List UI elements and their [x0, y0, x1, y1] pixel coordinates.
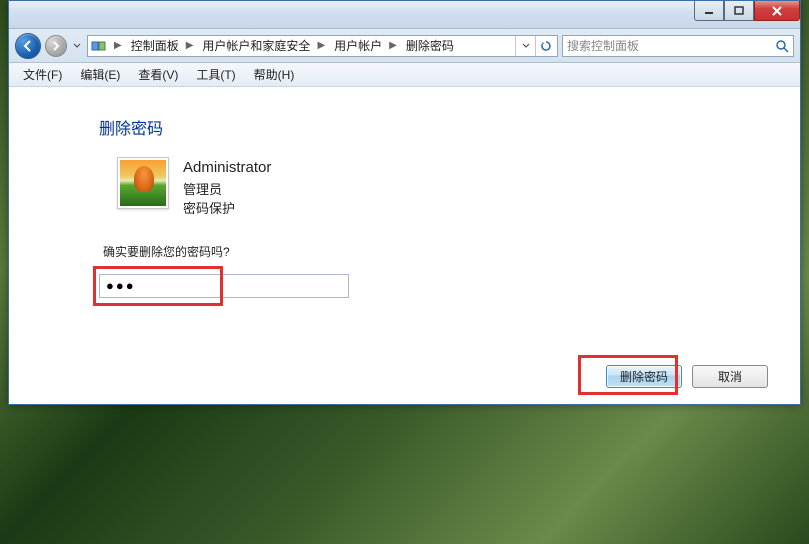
refresh-icon — [540, 40, 552, 52]
page-title: 删除密码 — [99, 115, 750, 139]
menu-help[interactable]: 帮助(H) — [246, 64, 303, 85]
breadcrumb-item[interactable]: 控制面板 — [125, 36, 182, 56]
search-input[interactable]: 搜索控制面板 — [562, 35, 794, 57]
navigation-bar: ▶ 控制面板 ▶ 用户帐户和家庭安全 ▶ 用户帐户 ▶ 删除密码 搜索控制面板 — [9, 29, 800, 63]
chevron-down-icon — [73, 42, 81, 50]
close-button[interactable] — [754, 1, 800, 21]
breadcrumb-item[interactable]: 用户帐户和家庭安全 — [196, 36, 313, 56]
back-button[interactable] — [15, 33, 41, 59]
titlebar — [9, 1, 800, 29]
avatar — [117, 157, 169, 209]
menu-edit[interactable]: 编辑(E) — [72, 64, 128, 85]
breadcrumb-item[interactable]: 用户帐户 — [328, 36, 385, 56]
user-name: Administrator — [183, 157, 271, 180]
address-bar[interactable]: ▶ 控制面板 ▶ 用户帐户和家庭安全 ▶ 用户帐户 ▶ 删除密码 — [87, 35, 558, 57]
refresh-button[interactable] — [535, 36, 555, 56]
password-field-wrap — [99, 274, 349, 298]
window-buttons — [694, 1, 800, 28]
menu-bar: 文件(F) 编辑(E) 查看(V) 工具(T) 帮助(H) — [9, 63, 800, 87]
delete-password-button[interactable]: 删除密码 — [606, 365, 682, 388]
cancel-button[interactable]: 取消 — [692, 365, 768, 388]
avatar-image — [120, 160, 166, 206]
breadcrumb-item[interactable]: 删除密码 — [400, 36, 457, 56]
chevron-right-icon: ▶ — [385, 40, 400, 51]
content-area: 删除密码 Administrator 管理员 密码保护 确实要删除您的密码吗? — [9, 87, 800, 355]
chevron-right-icon: ▶ — [110, 40, 125, 51]
user-role: 管理员 — [183, 180, 271, 200]
search-placeholder: 搜索控制面板 — [567, 37, 775, 54]
menu-view[interactable]: 查看(V) — [130, 64, 186, 85]
minimize-button[interactable] — [694, 1, 724, 21]
control-panel-window: ▶ 控制面板 ▶ 用户帐户和家庭安全 ▶ 用户帐户 ▶ 删除密码 搜索控制面板 … — [8, 0, 801, 405]
forward-button[interactable] — [45, 35, 67, 57]
address-dropdown[interactable] — [515, 36, 535, 56]
user-protection: 密码保护 — [183, 199, 271, 219]
search-icon — [775, 39, 789, 53]
user-info-box: Administrator 管理员 密码保护 — [117, 157, 750, 219]
chevron-down-icon — [522, 42, 530, 50]
menu-file[interactable]: 文件(F) — [15, 64, 70, 85]
user-text: Administrator 管理员 密码保护 — [183, 157, 271, 219]
button-row: 删除密码 取消 — [9, 355, 800, 404]
minimize-icon — [704, 6, 714, 16]
maximize-icon — [734, 6, 744, 16]
confirm-prompt: 确实要删除您的密码吗? — [103, 243, 750, 260]
nav-history-dropdown[interactable] — [71, 34, 83, 58]
password-input[interactable] — [99, 274, 349, 298]
forward-arrow-icon — [50, 40, 62, 52]
close-icon — [771, 6, 783, 16]
menu-tools[interactable]: 工具(T) — [188, 64, 243, 85]
chevron-right-icon: ▶ — [182, 40, 197, 51]
back-arrow-icon — [21, 39, 35, 53]
chevron-right-icon: ▶ — [313, 40, 328, 51]
maximize-button[interactable] — [724, 1, 754, 21]
control-panel-icon — [90, 37, 108, 55]
